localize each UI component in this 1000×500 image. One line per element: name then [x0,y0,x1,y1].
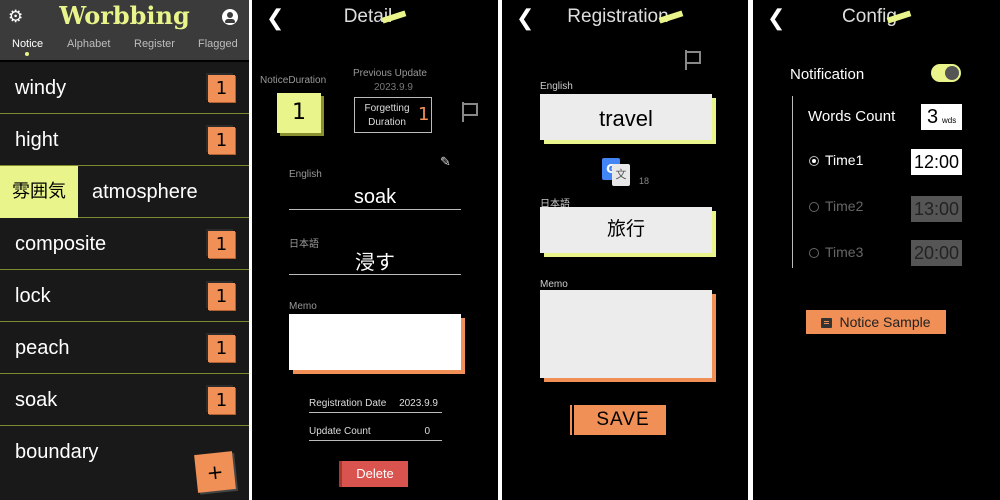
notice-count-badge: 1 [208,127,235,154]
list-item[interactable]: peach 1 [0,322,249,374]
gear-icon[interactable]: ⚙ [8,8,26,26]
notification-label: Notification [790,66,865,83]
previous-update-value: 2023.9.9 [374,82,413,93]
notice-count-badge: 1 [208,335,235,362]
notice-count-badge: 1 [208,231,235,258]
word-list-screen: Worbbing ⚙ Notice Alphabet Register Flag… [0,0,249,500]
memo-label: Memo [289,301,317,312]
tab-bar: Notice Alphabet Register Flagged [0,38,249,56]
page-title: Registration [502,4,748,30]
notice-count-badge: 1 [208,283,235,310]
japanese-value: 浸す [289,249,461,275]
list-item-word: lock [15,285,51,307]
tab-flagged[interactable]: Flagged [198,38,238,50]
time2-radio[interactable] [809,202,819,212]
pencil-icon[interactable]: ✎ [440,155,451,170]
list-item-word: hight [15,129,59,151]
update-count-row: Update Count 0 [309,425,442,441]
time3-value[interactable]: 20:00 [911,240,962,266]
list-item[interactable]: soak 1 [0,374,249,426]
list-item-word: boundary [15,441,99,463]
memo-label: Memo [540,279,568,290]
registration-date-value: 2023.9.9 [399,398,438,409]
english-label: English [540,81,573,92]
save-button[interactable]: SAVE [580,405,666,435]
japanese-label: 日本語 [289,239,319,250]
page-title: Detail [252,4,498,30]
list-item[interactable]: windy 1 [0,62,249,114]
words-count-label: Words Count [808,108,896,125]
time2-label: Time2 [825,198,864,214]
english-input[interactable]: travel [540,94,712,140]
account-icon[interactable] [222,9,238,25]
page-title: Config [753,4,1000,30]
registration-date-label: Registration Date [309,398,387,409]
notice-duration-value: 1 [277,93,321,133]
time2-value[interactable]: 13:00 [911,196,962,222]
delete-button[interactable]: Delete [342,461,408,487]
notification-toggle[interactable] [931,64,961,82]
list-item-flipped[interactable]: 雰囲気 atmosphere [0,166,249,218]
time3-radio[interactable] [809,248,819,258]
active-tab-indicator [25,52,29,56]
tab-alphabet[interactable]: Alphabet [67,38,110,50]
words-count-field[interactable]: 3 wds [921,104,962,130]
forgetting-duration-label: Forgetting Duration [364,103,410,128]
forgetting-duration-value: 1 [418,104,430,125]
japanese-input[interactable]: 旅行 [540,207,712,253]
update-count-label: Update Count [309,426,371,437]
forgetting-duration-box: Forgetting Duration 1 [354,97,432,133]
notice-sample-button[interactable]: Notice Sample [806,310,946,334]
list-item-word: atmosphere [92,181,198,203]
words-count-value: 3 [927,106,939,128]
time1-radio[interactable] [809,156,819,166]
time1-value[interactable]: 12:00 [911,149,962,175]
detail-screen: ❮ Detail NoticeDuration 1 Previous Updat… [252,0,498,500]
time3-label: Time3 [825,244,864,260]
memo-input[interactable] [540,290,712,378]
config-screen: ❮ Config Notification Words Count 3 wds … [753,0,1000,500]
app-title: Worbbing [59,1,190,30]
notification-icon [821,318,833,328]
translate-count: 18 [639,176,650,186]
list-item-word: peach [15,337,70,359]
notice-duration-label: NoticeDuration [260,75,327,86]
list-item[interactable]: lock 1 [0,270,249,322]
flag-icon[interactable] [685,50,703,70]
add-word-button[interactable]: + [194,451,236,493]
english-label: English [289,169,322,180]
registration-date-row: Registration Date 2023.9.9 [309,397,442,413]
settings-divider [792,96,793,268]
previous-update-label: Previous Update [353,68,427,79]
notice-count-badge: 1 [208,387,235,414]
flag-icon[interactable] [462,102,480,122]
notice-count-badge: 1 [208,75,235,102]
words-count-unit: wds [942,116,957,125]
app-header: Worbbing ⚙ Notice Alphabet Register Flag… [0,0,249,60]
list-item-japanese: 雰囲気 [0,166,78,218]
update-count-value: 0 [424,426,430,437]
time1-label: Time1 [825,152,864,168]
google-translate-icon[interactable]: G 文 [602,158,632,186]
list-item-word: composite [15,233,107,255]
english-value: soak [289,185,461,210]
list-item[interactable]: hight 1 [0,114,249,166]
tab-notice[interactable]: Notice [12,38,43,50]
notice-sample-label: Notice Sample [839,314,931,330]
registration-screen: ❮ Registration English travel G 文 18 日本語… [502,0,748,500]
tab-register[interactable]: Register [134,38,175,50]
memo-box[interactable] [289,314,461,370]
list-item-word: windy [15,77,67,99]
list-item-word: soak [15,389,58,411]
list-item[interactable]: composite 1 [0,218,249,270]
